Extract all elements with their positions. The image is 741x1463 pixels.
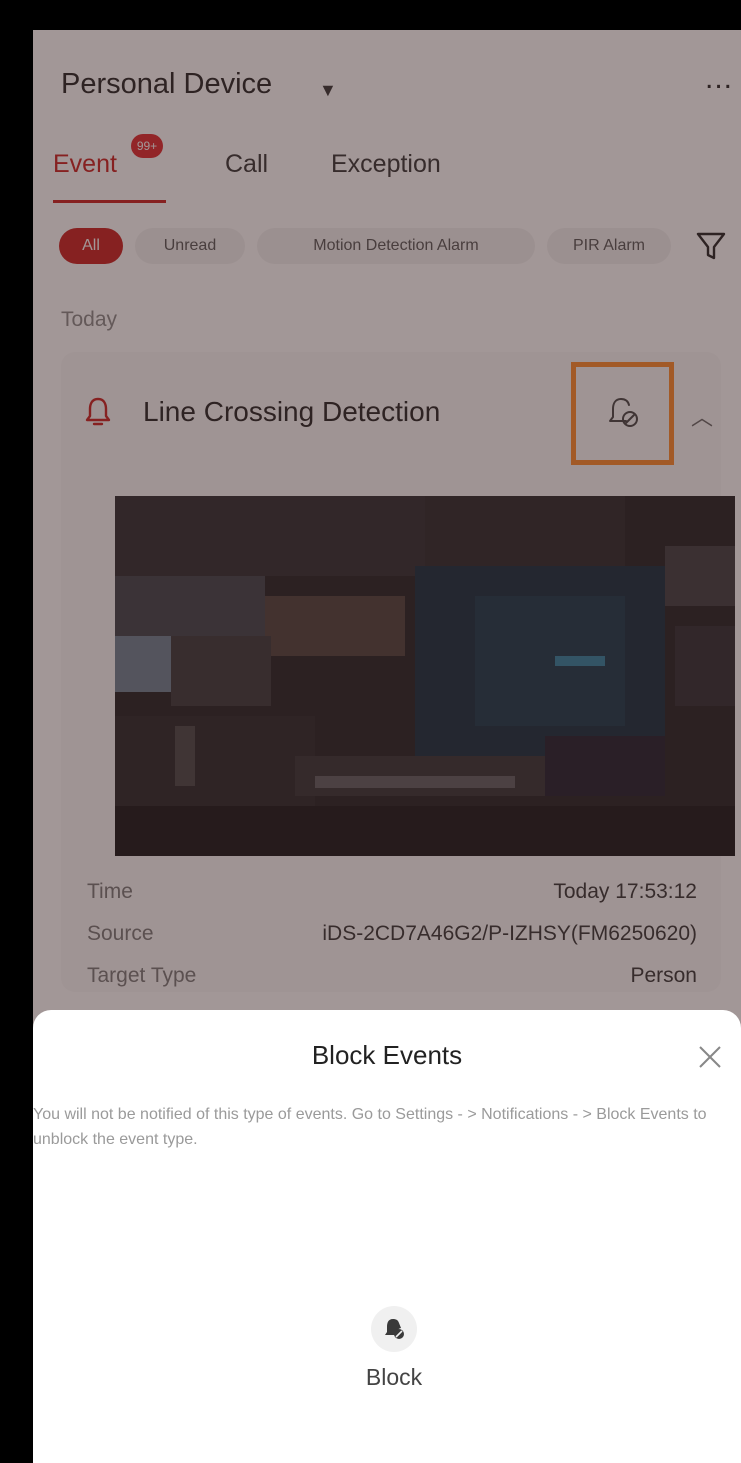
- close-icon[interactable]: [697, 1044, 723, 1070]
- sheet-title: Block Events: [311, 1040, 463, 1070]
- block-button[interactable]: Block: [351, 1306, 463, 1416]
- phone-screen: Personal Device ▼ ... Event 99+ Call Exc…: [33, 30, 741, 1463]
- device-frame: Personal Device ▼ ... Event 99+ Call Exc…: [0, 0, 741, 1463]
- block-events-sheet: Block Events You will not be notified of…: [33, 1010, 741, 1463]
- block-button-label: Block: [365, 1364, 423, 1390]
- sheet-description: You will not be notified of this type of…: [33, 1106, 707, 1148]
- block-icon-circle[interactable]: [371, 1306, 417, 1352]
- block-bell-icon: [385, 1319, 404, 1339]
